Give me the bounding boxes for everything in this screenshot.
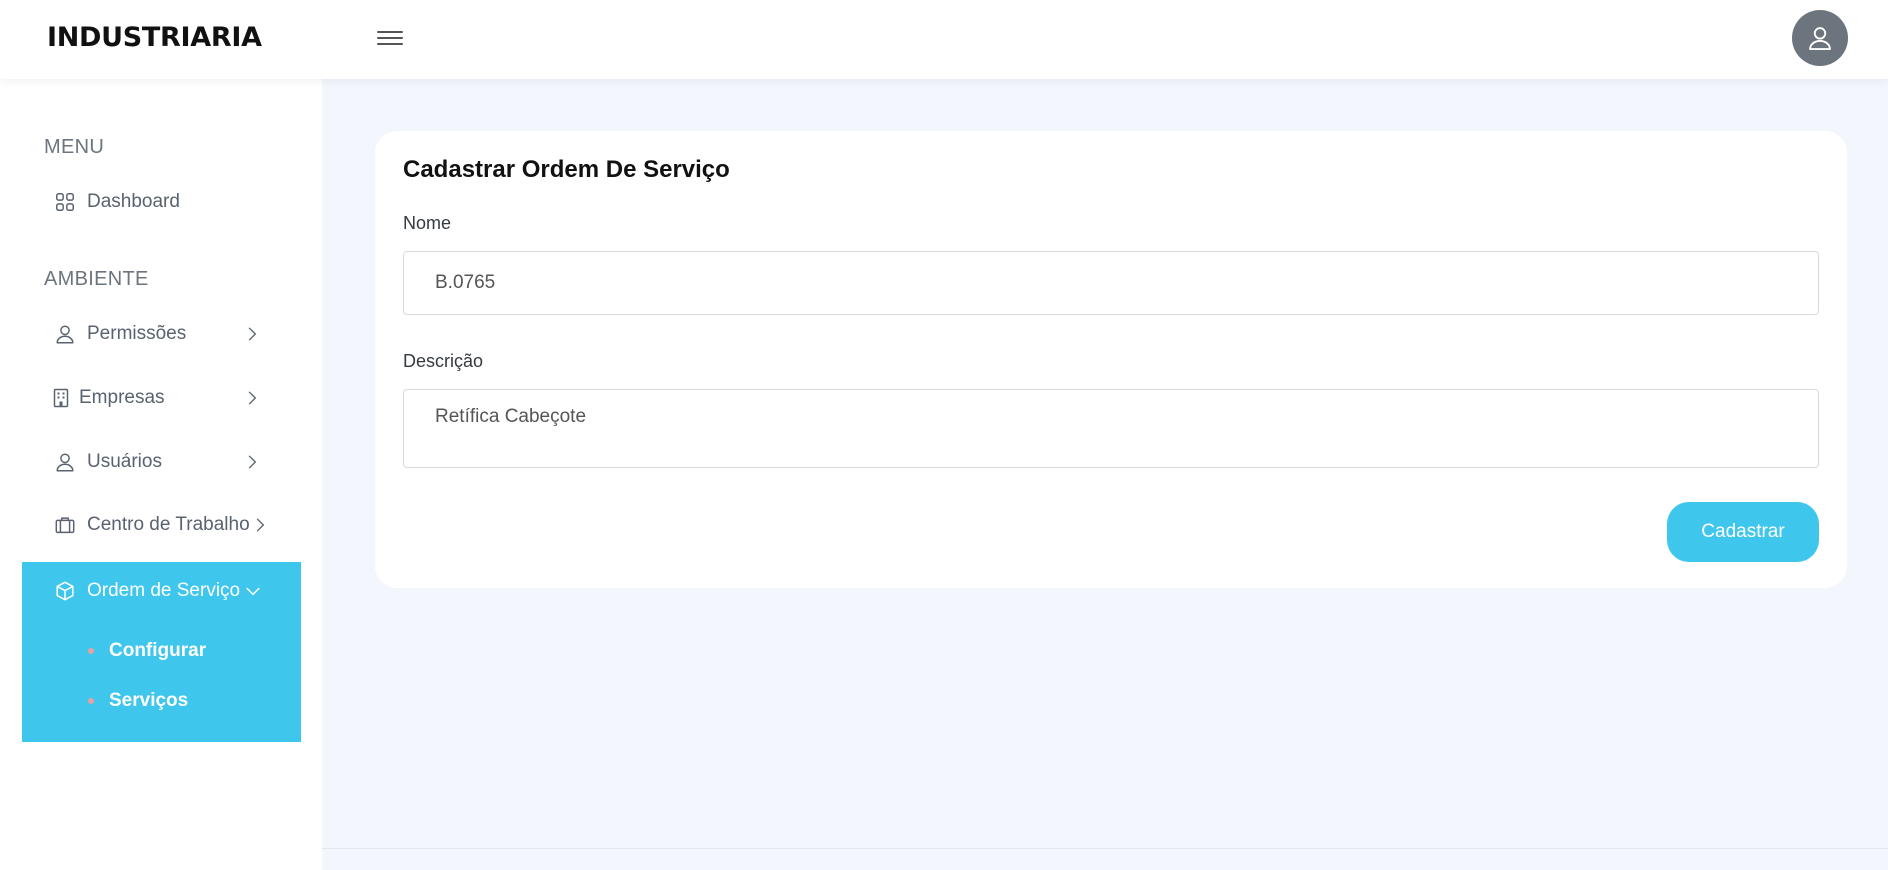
name-input[interactable]	[403, 251, 1819, 315]
form-card: Cadastrar Ordem De Serviço Nome Descriçã…	[375, 131, 1847, 588]
chevron-right-icon	[248, 327, 257, 341]
sidebar-item-label: Permissões	[87, 323, 187, 344]
sidebar-item-label: Empresas	[79, 387, 165, 408]
user-icon	[1809, 27, 1831, 51]
box-icon	[53, 579, 77, 603]
description-textarea[interactable]: Retífica Cabeçote	[403, 389, 1819, 468]
name-label: Nome	[403, 213, 452, 233]
sidebar-item-label: Dashboard	[87, 191, 180, 212]
chevron-right-icon	[256, 518, 265, 532]
cadastrar-button[interactable]: Cadastrar	[1667, 502, 1819, 562]
chevron-down-icon	[246, 587, 260, 596]
app-logo[interactable]: INDUSTRIARIA	[47, 22, 262, 53]
sidebar-item-ordem-de-servico-toggle[interactable]: Ordem de Serviço	[22, 562, 301, 620]
sidebar-item-centro-de-trabalho[interactable]: Centro de Trabalho	[22, 503, 302, 547]
chevron-right-icon	[248, 391, 257, 405]
sidebar-item-label: Centro de Trabalho	[87, 514, 250, 535]
bullet-dot	[88, 698, 94, 704]
hamburger-icon[interactable]	[377, 27, 403, 51]
bullet-dot	[88, 648, 94, 654]
page-title: Cadastrar Ordem De Serviço	[403, 156, 730, 183]
sidebar: MENU Dashboard AMBIENTE Permissões Empre…	[0, 79, 322, 870]
submenu-item-label: Serviços	[109, 690, 189, 711]
briefcase-icon	[53, 513, 77, 537]
sidebar-item-label: Ordem de Serviço	[87, 580, 241, 601]
sidebar-item-dashboard[interactable]: Dashboard	[22, 180, 302, 224]
user-icon	[53, 322, 77, 346]
user-avatar[interactable]	[1792, 10, 1848, 66]
submenu-item-configurar[interactable]: Configurar	[88, 636, 206, 666]
submenu-item-label: Configurar	[109, 640, 207, 661]
sidebar-item-permissoes[interactable]: Permissões	[22, 312, 302, 356]
building-icon	[53, 386, 69, 410]
chevron-right-icon	[248, 455, 257, 469]
section-title-ambiente: AMBIENTE	[44, 268, 149, 290]
sidebar-item-label: Usuários	[87, 451, 162, 472]
submenu-item-servicos[interactable]: Serviços	[88, 686, 188, 716]
sidebar-item-empresas[interactable]: Empresas	[22, 376, 302, 420]
footer-divider	[322, 848, 1888, 849]
sidebar-item-usuarios[interactable]: Usuários	[22, 440, 302, 484]
grid-icon	[53, 190, 77, 214]
sidebar-item-ordem-de-servico: Ordem de Serviço Configurar Serviços	[22, 562, 301, 742]
description-label: Descrição	[403, 351, 484, 371]
top-header: INDUSTRIARIA	[0, 0, 1888, 79]
user-icon	[53, 450, 77, 474]
section-title-menu: MENU	[44, 136, 105, 158]
